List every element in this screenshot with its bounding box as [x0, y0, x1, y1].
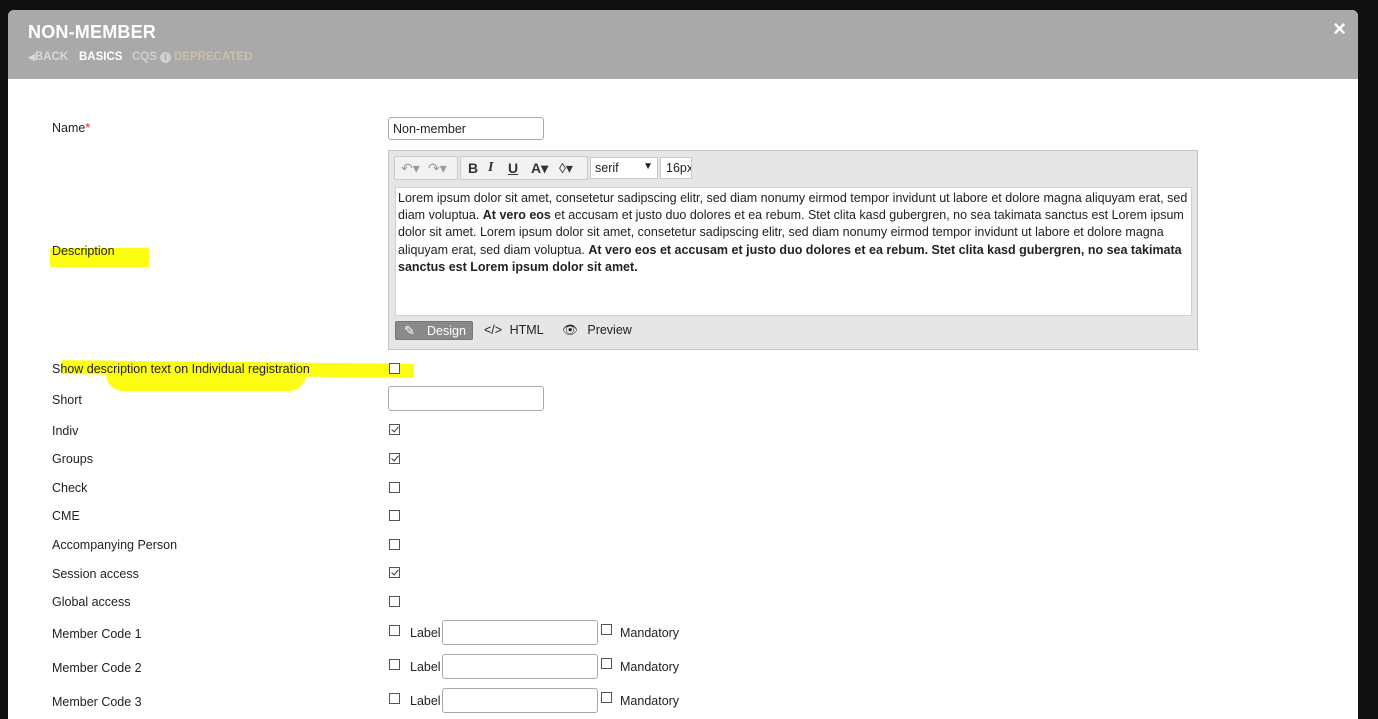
- eye-icon: 👁: [562, 323, 578, 337]
- highlight-mark: [106, 374, 306, 391]
- undo-redo-group: ↶▾ ↷▾: [394, 156, 458, 180]
- cme-checkbox[interactable]: [389, 510, 400, 521]
- member-code-enable-checkbox[interactable]: [389, 659, 400, 670]
- design-mode-button[interactable]: ✎ Design: [395, 321, 473, 340]
- rich-text-editor: ↶▾ ↷▾ B I U A▾ ◊▾ serif ▼ 16px Lorem ips…: [388, 150, 1198, 350]
- session-access-checkbox[interactable]: [389, 567, 400, 578]
- info-icon: i: [160, 52, 171, 63]
- pencil-icon: ✎: [404, 323, 415, 338]
- deprecated-label[interactable]: DEPRECATED: [174, 51, 252, 63]
- code-icon: </>: [484, 323, 503, 337]
- global-access-checkbox[interactable]: [389, 596, 400, 607]
- short-input[interactable]: [388, 386, 544, 411]
- indiv-label: Indiv: [52, 424, 79, 438]
- accompanying-person-checkbox[interactable]: [389, 539, 400, 550]
- cme-label: CME: [52, 509, 80, 523]
- mandatory-checkbox[interactable]: [601, 692, 612, 703]
- check-checkbox[interactable]: [389, 482, 400, 493]
- back-link[interactable]: ◀BACK: [28, 51, 68, 63]
- editor-content[interactable]: Lorem ipsum dolor sit amet, consetetur s…: [395, 187, 1192, 316]
- name-label: Name*: [52, 121, 91, 135]
- preview-mode-button[interactable]: 👁 Preview: [562, 323, 632, 338]
- modal-title: NON-MEMBER: [28, 22, 156, 42]
- close-icon[interactable]: ×: [1333, 18, 1346, 40]
- bg-color-icon[interactable]: ◊▾: [559, 160, 573, 177]
- member-code-label-input[interactable]: [442, 688, 598, 713]
- tab-basics[interactable]: BASICS: [79, 51, 122, 63]
- member-code-label: Member Code 3: [52, 695, 142, 709]
- text-color-icon[interactable]: A▾: [531, 160, 548, 177]
- groups-checkbox[interactable]: [389, 453, 400, 464]
- groups-label: Groups: [52, 452, 93, 466]
- caret-left-icon: ◀: [28, 52, 35, 62]
- html-mode-button[interactable]: </> HTML: [484, 323, 544, 337]
- redo-icon[interactable]: ↷▾: [428, 160, 447, 177]
- indiv-checkbox[interactable]: [389, 424, 400, 435]
- mandatory-checkbox[interactable]: [601, 624, 612, 635]
- check-label: Check: [52, 481, 88, 495]
- undo-icon[interactable]: ↶▾: [401, 160, 420, 177]
- member-code-label: Member Code 2: [52, 661, 142, 675]
- chevron-down-icon: ▼: [643, 161, 653, 172]
- accompanying-person-label: Accompanying Person: [52, 538, 178, 552]
- bold-icon[interactable]: B: [468, 160, 478, 176]
- short-label: Short: [52, 393, 82, 407]
- modal-dialog: NON-MEMBER × ◀BACK BASICS CQS i DEPRECAT…: [8, 10, 1358, 719]
- member-code-sublabel: Label: [410, 694, 441, 708]
- member-code-label-input[interactable]: [442, 654, 598, 679]
- modal-header: NON-MEMBER × ◀BACK BASICS CQS i DEPRECAT…: [8, 10, 1358, 79]
- member-code-sublabel: Label: [410, 660, 441, 674]
- name-input[interactable]: [388, 117, 544, 140]
- member-code-sublabel: Label: [410, 626, 441, 640]
- mandatory-label: Mandatory: [620, 660, 680, 674]
- italic-icon[interactable]: I: [488, 160, 493, 176]
- member-code-label: Member Code 1: [52, 627, 142, 641]
- show-description-checkbox[interactable]: [389, 363, 400, 374]
- member-code-enable-checkbox[interactable]: [389, 693, 400, 704]
- mandatory-label: Mandatory: [620, 626, 680, 640]
- global-access-label: Global access: [52, 595, 131, 609]
- member-code-enable-checkbox[interactable]: [389, 625, 400, 636]
- tab-cqs[interactable]: CQS: [132, 51, 157, 63]
- font-family-select[interactable]: serif ▼: [590, 157, 658, 179]
- member-code-label-input[interactable]: [442, 620, 598, 645]
- mandatory-checkbox[interactable]: [601, 658, 612, 669]
- session-access-label: Session access: [52, 567, 139, 581]
- description-label: Description: [52, 244, 115, 258]
- font-size-select[interactable]: 16px: [660, 157, 692, 179]
- mandatory-label: Mandatory: [620, 694, 680, 708]
- show-description-label: Show description text on Individual regi…: [52, 362, 310, 376]
- required-asterisk: *: [85, 121, 91, 135]
- underline-icon[interactable]: U: [508, 160, 518, 176]
- format-group: B I U A▾ ◊▾: [460, 156, 588, 180]
